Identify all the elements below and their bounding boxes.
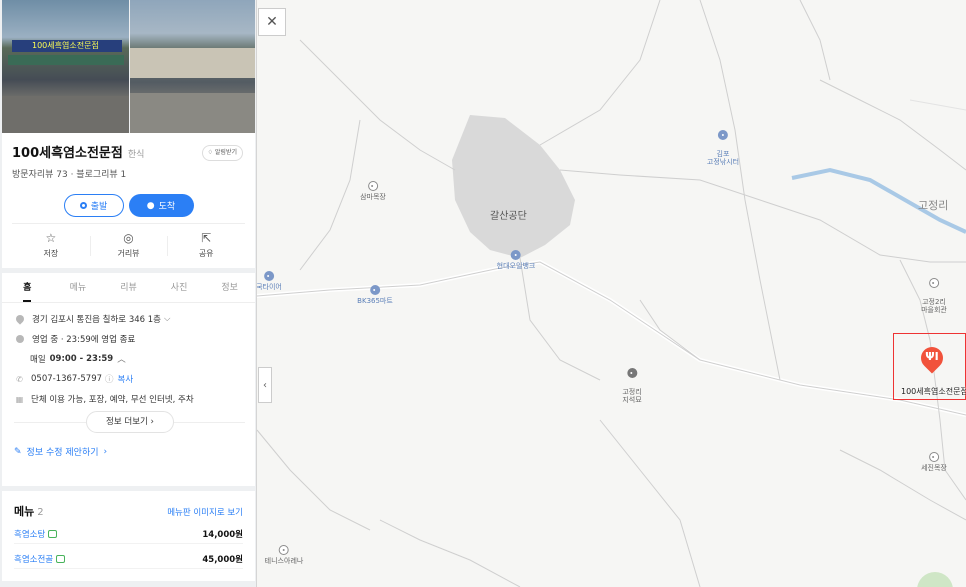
landmark-icon [626, 368, 637, 378]
phone-row: ✆ 0507-1367-5797 ⓘ 복사 [14, 369, 245, 389]
poi-gojeong-fishing[interactable]: 김포 고정낚시터 [707, 122, 739, 166]
copy-phone-link[interactable]: 복사 [118, 373, 134, 385]
more-info-button[interactable]: 정보 더보기 › [86, 411, 174, 433]
gas-station-icon [510, 250, 521, 260]
mart-icon [369, 285, 380, 295]
location-pin-icon: ● [146, 200, 155, 211]
amenities-row: ▦ 단체 이용 가능, 포장, 예약, 무선 인터넷, 주차 [15, 394, 194, 406]
menu-item[interactable]: 흑염소탕 14,000원 [14, 528, 243, 544]
poi-icon [928, 452, 939, 462]
place-photos[interactable]: 100세흑염소전문점 [2, 0, 255, 133]
place-summary: 100세흑염소전문점 한식 ♢ 알림받기 방문자리뷰 73 · 블로그리뷰 1 … [2, 133, 255, 268]
start-icon [79, 202, 87, 209]
streetview-icon: ◎ [123, 231, 134, 245]
menu-count: 2 [37, 507, 44, 518]
menu-item[interactable]: 흑염소전골 45,000원 [14, 553, 243, 569]
region-label: 고정리 [918, 199, 949, 212]
chevron-right-icon: › [150, 417, 154, 427]
chevron-down-icon: ⌵ [163, 314, 171, 324]
car-icon [263, 271, 274, 281]
location-pin-icon [14, 313, 26, 325]
street-photo[interactable] [129, 0, 255, 133]
tab-menu[interactable]: 메뉴 [53, 273, 104, 302]
share-icon: ⇱ [201, 231, 212, 245]
place-panel: 100세흑염소전문점 100세흑염소전문점 한식 ♢ 알림받기 방문자리뷰 73… [0, 0, 257, 587]
marker-label: 100세흑염소전문점 [901, 387, 966, 396]
share-button[interactable]: ⇱ 공유 [167, 224, 245, 268]
status-row: 영업 중 · 23:59에 영업 종료 [14, 329, 245, 349]
review-counts[interactable]: 방문자리뷰 73 · 블로그리뷰 1 [12, 167, 245, 180]
close-panel-button[interactable]: ✕ [258, 8, 286, 36]
store-sign: 100세흑염소전문점 [12, 40, 122, 52]
tab-reviews[interactable]: 리뷰 [103, 273, 154, 302]
arrive-button[interactable]: ● 도착 [128, 194, 194, 217]
poi-samma-farm[interactable]: 삼마목장 [360, 181, 386, 201]
hours-row[interactable]: 매일 09:00 - 23:59 ︿ [14, 349, 245, 369]
clock-icon [16, 335, 24, 343]
image-icon [56, 555, 66, 563]
bell-icon: ♢ [207, 149, 213, 156]
menu-title: 메뉴 2 [14, 505, 44, 518]
save-button[interactable]: ☆ 저장 [12, 224, 90, 268]
alarm-button[interactable]: ♢ 알림받기 [201, 145, 243, 161]
pencil-icon: ✎ [14, 446, 22, 457]
info-section: 경기 김포시 통진읍 칠하로 346 1층 ⌵ 영업 중 · 23:59에 영업… [2, 303, 255, 486]
suggest-edit-link[interactable]: ✎ 정보 수정 제안하기 › [14, 445, 245, 459]
poi-village-hall[interactable]: 고정2리 마을회관 [921, 270, 947, 314]
poi-sejin-farm[interactable]: 세진목장 [921, 452, 947, 472]
star-icon: ☆ [45, 231, 57, 245]
close-icon: ✕ [266, 14, 278, 30]
chevron-left-icon: ‹ [263, 379, 267, 391]
poi-tire-shop[interactable]: 국타이어 [256, 271, 282, 291]
action-bar: ☆ 저장 ◎ 거리뷰 ⇱ 공유 [12, 223, 245, 268]
poi-icon [367, 181, 378, 191]
menu-image-link[interactable]: 메뉴판 이미지로 보기 [167, 506, 243, 518]
tab-photos[interactable]: 사진 [154, 273, 205, 302]
tab-info[interactable]: 정보 [204, 273, 255, 302]
place-name: 100세흑염소전문점 [12, 146, 123, 161]
poi-dolmen[interactable]: 고정리 지석묘 [622, 360, 642, 404]
amenities-icon: ▦ [15, 394, 24, 404]
poi-icon [278, 545, 289, 555]
detail-tabs: 홈 메뉴 리뷰 사진 정보 [2, 273, 255, 303]
image-icon [48, 530, 58, 538]
fishing-icon [717, 130, 728, 140]
storefront-photo[interactable]: 100세흑염소전문점 [2, 0, 129, 133]
menu-section: 메뉴 2 메뉴판 이미지로 보기 흑염소탕 14,000원 흑염소전골 45,00… [2, 491, 255, 581]
address-row[interactable]: 경기 김포시 통진읍 칠하로 346 1층 ⌵ [14, 309, 245, 329]
place-marker[interactable]: ΨΙ 100세흑염소전문점 [893, 333, 966, 400]
tab-home[interactable]: 홈 [2, 273, 53, 302]
poi-hyundai-oilbank[interactable]: 현대오일뱅크 [497, 250, 535, 270]
chevron-right-icon: › [103, 446, 108, 457]
collapse-panel-button[interactable]: ‹ [258, 367, 272, 403]
chevron-up-icon: ︿ [117, 355, 126, 365]
start-button[interactable]: 출발 [63, 194, 124, 217]
poi-bk365-mart[interactable]: BK365마트 [357, 285, 393, 305]
place-category: 한식 [127, 150, 145, 160]
poi-tennis-arena[interactable]: 테니스아레나 [265, 545, 303, 565]
poi-icon [928, 278, 939, 288]
area-label: 갈산공단 [490, 211, 527, 222]
phone-icon: ✆ [16, 374, 23, 384]
streetview-button[interactable]: ◎ 거리뷰 [89, 224, 168, 268]
info-icon[interactable]: ⓘ [105, 373, 114, 385]
